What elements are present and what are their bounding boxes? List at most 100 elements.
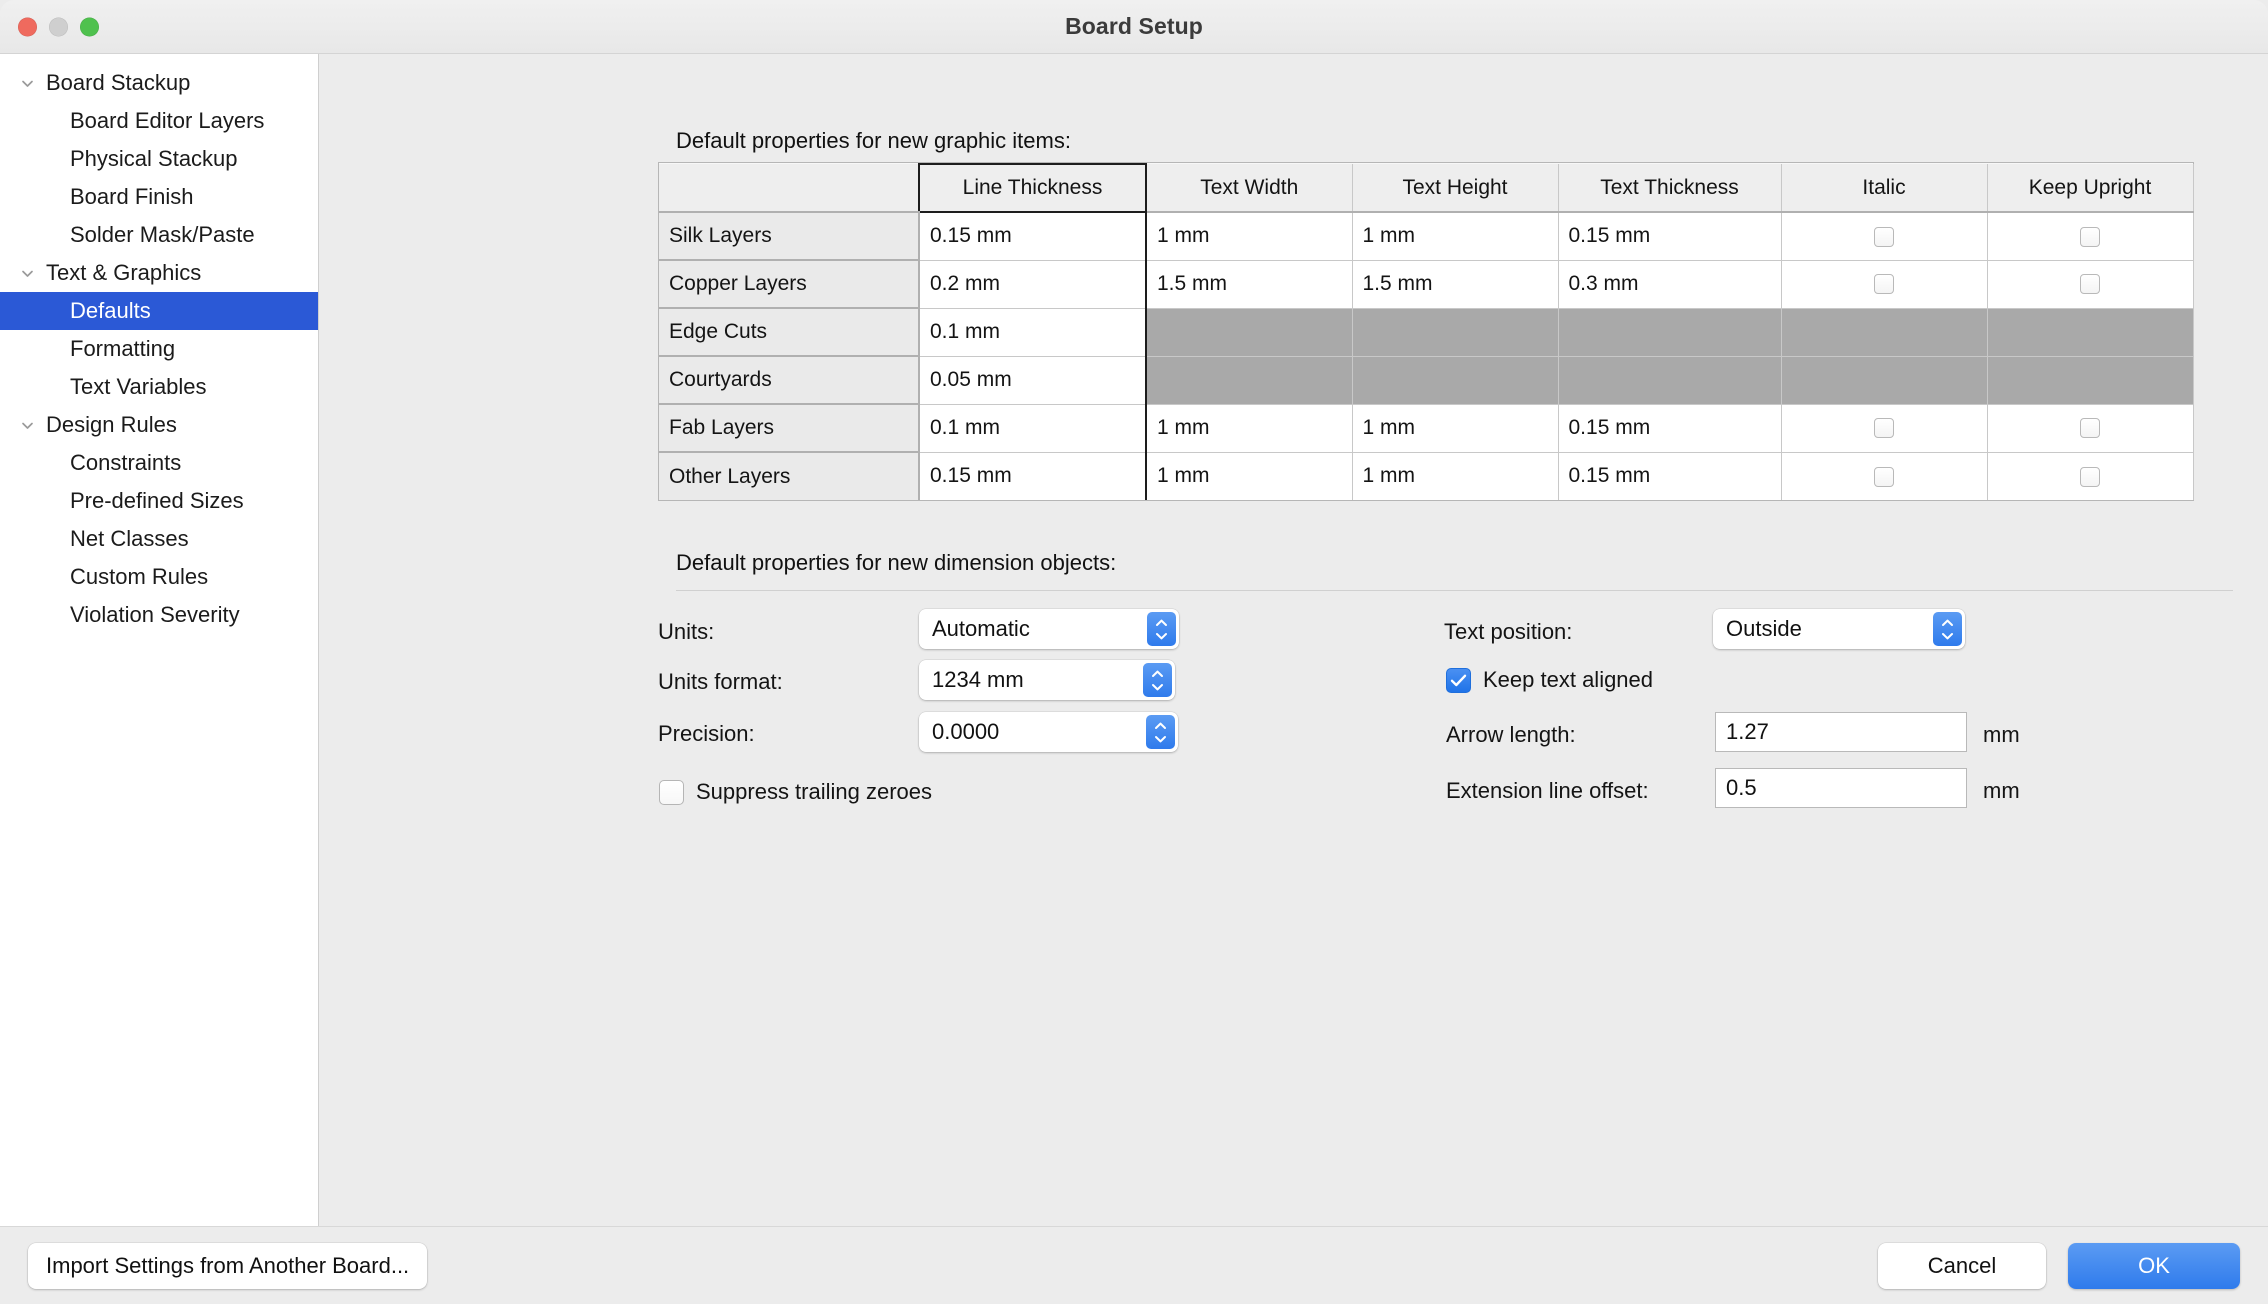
- cell-text-height[interactable]: 1 mm: [1352, 404, 1558, 452]
- chevron-down-icon[interactable]: [10, 417, 44, 434]
- table-row[interactable]: Other Layers 0.15 mm 1 mm 1 mm 0.15 mm: [659, 452, 2193, 500]
- cell-italic-checkbox[interactable]: [1781, 260, 1987, 308]
- cell-line-thickness[interactable]: 0.15 mm: [919, 452, 1146, 500]
- table-row[interactable]: Courtyards 0.05 mm: [659, 356, 2193, 404]
- cell-italic-checkbox[interactable]: [1781, 212, 1987, 260]
- close-window-icon[interactable]: [18, 17, 37, 36]
- cell-line-thickness[interactable]: 0.15 mm: [919, 212, 1146, 260]
- ok-button[interactable]: OK: [2068, 1243, 2240, 1289]
- text-position-select[interactable]: Outside: [1713, 609, 1965, 649]
- checkbox-icon[interactable]: [2080, 227, 2100, 247]
- cell-text-height[interactable]: 1 mm: [1352, 212, 1558, 260]
- dialog-footer: Import Settings from Another Board... Ca…: [0, 1226, 2268, 1304]
- cell-text-thickness-disabled: [1558, 356, 1781, 404]
- sidebar-item-board-editor-layers[interactable]: Board Editor Layers: [0, 102, 318, 140]
- cell-text-height[interactable]: 1.5 mm: [1352, 260, 1558, 308]
- cell-line-thickness[interactable]: 0.1 mm: [919, 308, 1146, 356]
- checkbox-icon[interactable]: [2080, 418, 2100, 438]
- table-row[interactable]: Edge Cuts 0.1 mm: [659, 308, 2193, 356]
- sidebar-item-solder-mask-paste[interactable]: Solder Mask/Paste: [0, 216, 318, 254]
- import-settings-button[interactable]: Import Settings from Another Board...: [28, 1243, 427, 1289]
- sidebar-item-text-variables[interactable]: Text Variables: [0, 368, 318, 406]
- cell-text-width[interactable]: 1.5 mm: [1146, 260, 1352, 308]
- sidebar-item-custom-rules[interactable]: Custom Rules: [0, 558, 318, 596]
- checkbox-icon[interactable]: [2080, 274, 2100, 294]
- cell-text-thickness[interactable]: 0.15 mm: [1558, 212, 1781, 260]
- column-header-text-height[interactable]: Text Height: [1352, 164, 1558, 212]
- graphic-defaults-table[interactable]: Line Thickness Text Width Text Height Te…: [658, 162, 2194, 501]
- chevron-updown-icon[interactable]: [1143, 663, 1172, 697]
- cell-text-thickness[interactable]: 0.15 mm: [1558, 452, 1781, 500]
- sidebar-item-text-and-graphics[interactable]: Text & Graphics: [0, 254, 318, 292]
- column-header-keep-upright[interactable]: Keep Upright: [1987, 164, 2193, 212]
- units-select[interactable]: Automatic: [919, 609, 1179, 649]
- precision-select[interactable]: 0.0000: [919, 712, 1178, 752]
- column-header-corner[interactable]: [659, 164, 919, 212]
- chevron-updown-icon[interactable]: [1147, 612, 1176, 646]
- sidebar-item-board-stackup[interactable]: Board Stackup: [0, 64, 318, 102]
- row-header-edge-cuts[interactable]: Edge Cuts: [659, 308, 919, 356]
- sidebar-item-net-classes[interactable]: Net Classes: [0, 520, 318, 558]
- maximize-window-icon[interactable]: [80, 17, 99, 36]
- sidebar-item-violation-severity[interactable]: Violation Severity: [0, 596, 318, 634]
- cell-text-width-disabled: [1146, 356, 1352, 404]
- sidebar-item-design-rules[interactable]: Design Rules: [0, 406, 318, 444]
- cell-text-width[interactable]: 1 mm: [1146, 212, 1352, 260]
- column-header-text-width[interactable]: Text Width: [1146, 164, 1352, 212]
- cell-line-thickness[interactable]: 0.2 mm: [919, 260, 1146, 308]
- row-header-other-layers[interactable]: Other Layers: [659, 452, 919, 500]
- chevron-updown-icon[interactable]: [1146, 715, 1175, 749]
- row-header-silk-layers[interactable]: Silk Layers: [659, 212, 919, 260]
- checkbox-icon[interactable]: [1874, 227, 1894, 247]
- board-setup-dialog: Board Setup Board Stackup Board Editor L…: [0, 0, 2268, 1304]
- arrow-length-input[interactable]: 1.27: [1715, 712, 1967, 752]
- cell-keep-upright-checkbox[interactable]: [1987, 212, 2193, 260]
- row-header-courtyards[interactable]: Courtyards: [659, 356, 919, 404]
- column-header-line-thickness[interactable]: Line Thickness: [919, 164, 1146, 212]
- table-row[interactable]: Silk Layers 0.15 mm 1 mm 1 mm 0.15 mm: [659, 212, 2193, 260]
- column-header-italic[interactable]: Italic: [1781, 164, 1987, 212]
- settings-tree[interactable]: Board Stackup Board Editor Layers Physic…: [0, 54, 319, 1226]
- cancel-button[interactable]: Cancel: [1878, 1243, 2046, 1289]
- sidebar-item-physical-stackup[interactable]: Physical Stackup: [0, 140, 318, 178]
- cell-text-width[interactable]: 1 mm: [1146, 404, 1352, 452]
- extension-line-offset-input[interactable]: 0.5: [1715, 768, 1967, 808]
- cell-keep-upright-checkbox[interactable]: [1987, 404, 2193, 452]
- keep-text-aligned-row[interactable]: Keep text aligned: [1446, 667, 1653, 693]
- checkbox-checked-icon[interactable]: [1446, 668, 1471, 693]
- graphic-items-section-title: Default properties for new graphic items…: [676, 128, 1071, 154]
- row-header-fab-layers[interactable]: Fab Layers: [659, 404, 919, 452]
- sidebar-item-pre-defined-sizes[interactable]: Pre-defined Sizes: [0, 482, 318, 520]
- cell-keep-upright-checkbox[interactable]: [1987, 452, 2193, 500]
- checkbox-icon[interactable]: [1874, 467, 1894, 487]
- checkbox-icon[interactable]: [2080, 467, 2100, 487]
- cell-line-thickness[interactable]: 0.1 mm: [919, 404, 1146, 452]
- row-header-copper-layers[interactable]: Copper Layers: [659, 260, 919, 308]
- checkbox-icon[interactable]: [1874, 274, 1894, 294]
- cell-text-height[interactable]: 1 mm: [1352, 452, 1558, 500]
- chevron-updown-icon[interactable]: [1933, 612, 1962, 646]
- sidebar-item-constraints[interactable]: Constraints: [0, 444, 318, 482]
- column-header-text-thickness[interactable]: Text Thickness: [1558, 164, 1781, 212]
- suppress-trailing-zeroes-row[interactable]: Suppress trailing zeroes: [659, 779, 932, 805]
- sidebar-item-formatting[interactable]: Formatting: [0, 330, 318, 368]
- units-format-select[interactable]: 1234 mm: [919, 660, 1175, 700]
- minimize-window-icon[interactable]: [49, 17, 68, 36]
- cell-italic-checkbox[interactable]: [1781, 452, 1987, 500]
- table-row[interactable]: Fab Layers 0.1 mm 1 mm 1 mm 0.15 mm: [659, 404, 2193, 452]
- cell-text-thickness[interactable]: 0.15 mm: [1558, 404, 1781, 452]
- cell-text-thickness[interactable]: 0.3 mm: [1558, 260, 1781, 308]
- cell-italic-checkbox[interactable]: [1781, 404, 1987, 452]
- chevron-down-icon[interactable]: [10, 75, 44, 92]
- defaults-panel: Default properties for new graphic items…: [319, 54, 2268, 1226]
- cell-text-width[interactable]: 1 mm: [1146, 452, 1352, 500]
- checkbox-icon[interactable]: [659, 780, 684, 805]
- cell-keep-upright-checkbox[interactable]: [1987, 260, 2193, 308]
- sidebar-item-board-finish[interactable]: Board Finish: [0, 178, 318, 216]
- cell-line-thickness[interactable]: 0.05 mm: [919, 356, 1146, 404]
- checkbox-icon[interactable]: [1874, 418, 1894, 438]
- sidebar-item-defaults[interactable]: Defaults: [0, 292, 318, 330]
- extension-line-offset-unit: mm: [1983, 778, 2020, 804]
- table-row[interactable]: Copper Layers 0.2 mm 1.5 mm 1.5 mm 0.3 m…: [659, 260, 2193, 308]
- chevron-down-icon[interactable]: [10, 265, 44, 282]
